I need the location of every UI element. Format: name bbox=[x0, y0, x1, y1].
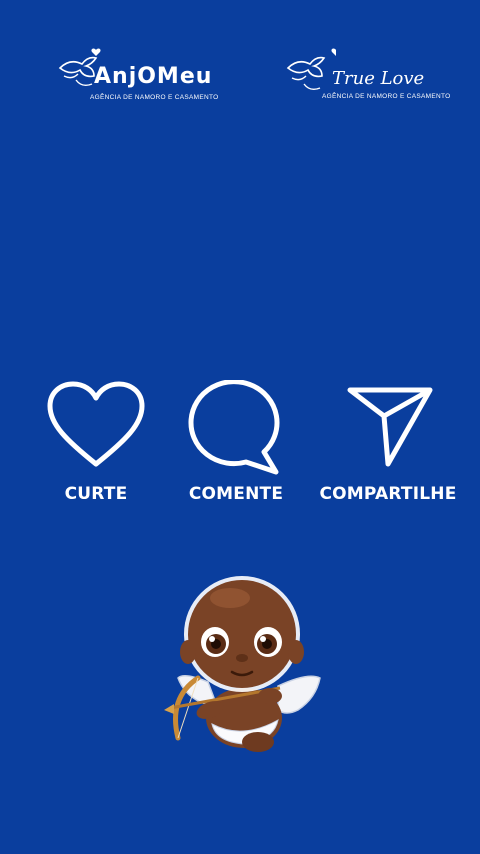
cupid-illustration bbox=[160, 558, 330, 768]
like-label: CURTE bbox=[64, 484, 128, 504]
share-label: COMPARTILHE bbox=[319, 484, 457, 504]
anjo-meu-tagline: AGÊNCIA DE NAMORO E CASAMENTO bbox=[90, 94, 219, 101]
send-icon bbox=[347, 387, 433, 467]
true-love-name: True Love bbox=[332, 68, 425, 89]
true-love-logo: True Love AGÊNCIA DE NAMORO E CASAMENTO bbox=[286, 46, 450, 110]
anjo-meu-logo: AnjOMeu AGÊNCIA DE NAMORO E CASAMENTO bbox=[56, 46, 219, 110]
speech-bubble-icon bbox=[188, 380, 280, 475]
like-action[interactable]: CURTE bbox=[26, 380, 166, 504]
cupid-heart-icon bbox=[286, 48, 336, 91]
share-action[interactable]: COMPARTILHE bbox=[314, 380, 462, 504]
anjo-meu-name: AnjOMeu bbox=[94, 64, 213, 89]
comment-action[interactable]: COMENTE bbox=[166, 380, 306, 504]
heart-icon bbox=[47, 381, 145, 467]
true-love-tagline: AGÊNCIA DE NAMORO E CASAMENTO bbox=[322, 93, 451, 100]
comment-label: COMENTE bbox=[188, 484, 284, 504]
